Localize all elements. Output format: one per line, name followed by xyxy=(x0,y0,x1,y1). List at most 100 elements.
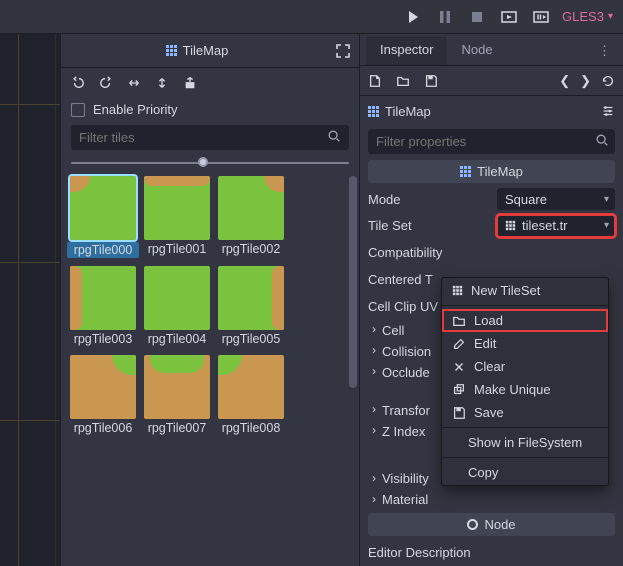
enable-priority-label: Enable Priority xyxy=(93,102,178,117)
tile-label: rpgTile003 xyxy=(67,332,139,346)
tile-item[interactable]: rpgTile007 xyxy=(141,355,213,441)
menu-save[interactable]: Save xyxy=(442,401,608,424)
pause-button[interactable] xyxy=(434,6,456,28)
tile-item[interactable]: rpgTile008 xyxy=(215,355,287,441)
zoom-slider[interactable] xyxy=(61,154,359,172)
tab-node[interactable]: Node xyxy=(447,36,506,65)
tiles-scroll: rpgTile000rpgTile001rpgTile002 rpgTile003… xyxy=(61,172,359,566)
left-area: TileMap Enable Priority xyxy=(0,34,359,566)
menu-show-in-filesystem[interactable]: Show in FileSystem xyxy=(442,431,608,454)
foldout-occluder-label: Occlude xyxy=(382,365,430,380)
foldout-collision-label: Collision xyxy=(382,344,431,359)
class-header-node[interactable]: Node xyxy=(368,513,615,536)
flip-h-button[interactable] xyxy=(127,76,141,90)
tile-thumb xyxy=(218,176,284,240)
priority-row: Enable Priority xyxy=(61,98,359,123)
menu-copy[interactable]: Copy xyxy=(442,461,608,484)
tile-item[interactable]: rpgTile001 xyxy=(141,176,213,264)
tilemap-icon xyxy=(460,166,471,177)
new-resource-button[interactable] xyxy=(368,74,382,88)
enable-priority-checkbox[interactable] xyxy=(71,103,85,117)
history-button[interactable] xyxy=(601,74,615,88)
tab-inspector[interactable]: Inspector xyxy=(366,36,447,65)
menu-edit[interactable]: Edit xyxy=(442,332,608,355)
menu-clear-label: Clear xyxy=(474,359,505,374)
foldout-zindex-label: Z Index xyxy=(382,424,425,439)
dock-menu-icon[interactable]: ⋮ xyxy=(592,37,617,65)
tile-palette-panel: TileMap Enable Priority xyxy=(60,34,359,566)
play-scene-button[interactable] xyxy=(498,6,520,28)
prop-mode-label: Mode xyxy=(368,192,491,207)
tileset-context-menu: New TileSet Load Edit Clear Make Unique … xyxy=(441,277,609,486)
tile-label: rpgTile001 xyxy=(141,242,213,256)
node-icon xyxy=(467,519,478,530)
tile-label: rpgTile002 xyxy=(215,242,287,256)
menu-make-unique[interactable]: Make Unique xyxy=(442,378,608,401)
object-tools-icon[interactable] xyxy=(601,104,615,118)
menu-new-tileset[interactable]: New TileSet xyxy=(442,279,608,302)
undo-button[interactable] xyxy=(71,76,85,90)
save-icon xyxy=(452,406,466,420)
tile-thumb xyxy=(218,355,284,419)
search-icon xyxy=(327,129,341,143)
class-header-label: TileMap xyxy=(477,164,523,179)
tile-toolbar xyxy=(61,68,359,98)
prop-tileset-value[interactable]: tileset.tr ▾ xyxy=(497,215,615,237)
tile-thumb xyxy=(70,176,136,240)
flip-v-button[interactable] xyxy=(155,76,169,90)
history-prev-button[interactable]: ❮ xyxy=(559,73,570,89)
prop-tileset-value-text: tileset.tr xyxy=(522,218,568,233)
dock-tabs: Inspector Node ⋮ xyxy=(360,34,623,66)
edit-icon xyxy=(452,337,466,351)
tile-thumb xyxy=(70,355,136,419)
tile-thumb xyxy=(144,176,210,240)
prop-compatibility: Compatibility xyxy=(360,239,623,266)
tile-label: rpgTile008 xyxy=(215,421,287,435)
tile-filter-input[interactable] xyxy=(71,125,349,150)
tiles-scrollbar[interactable] xyxy=(349,176,357,562)
foldout-material[interactable]: ›Material xyxy=(360,489,623,510)
prop-mode: Mode Square ▾ xyxy=(360,186,623,213)
menu-edit-label: Edit xyxy=(474,336,496,351)
renderer-dropdown[interactable]: GLES3 ▾ xyxy=(562,9,613,24)
clear-icon xyxy=(452,360,466,374)
search-icon xyxy=(595,133,609,147)
redo-button[interactable] xyxy=(99,76,113,90)
history-next-button[interactable]: ❯ xyxy=(580,73,591,89)
menu-clear[interactable]: Clear xyxy=(442,355,608,378)
clear-transform-button[interactable] xyxy=(183,76,197,90)
prop-mode-value[interactable]: Square ▾ xyxy=(497,188,615,210)
menu-show-in-fs-label: Show in FileSystem xyxy=(468,435,582,450)
chevron-down-icon: ▾ xyxy=(604,220,609,231)
prop-mode-value-text: Square xyxy=(505,192,547,207)
tileset-icon xyxy=(506,221,515,230)
prop-compat-label: Compatibility xyxy=(368,245,615,260)
menu-load[interactable]: Load xyxy=(442,309,608,332)
tile-thumb xyxy=(218,266,284,330)
prop-editor-description: Editor Description xyxy=(360,539,623,566)
tile-label: rpgTile005 xyxy=(215,332,287,346)
chevron-down-icon: ▾ xyxy=(604,194,609,205)
tile-item[interactable]: rpgTile002 xyxy=(215,176,287,264)
tile-item[interactable]: rpgTile006 xyxy=(67,355,139,441)
open-resource-button[interactable] xyxy=(396,74,410,88)
play-custom-scene-button[interactable] xyxy=(530,6,552,28)
tile-label: rpgTile007 xyxy=(141,421,213,435)
tile-label: rpgTile006 xyxy=(67,421,139,435)
tilemap-icon xyxy=(368,106,379,117)
stop-button[interactable] xyxy=(466,6,488,28)
object-type-label: TileMap xyxy=(385,104,431,119)
menu-new-tileset-label: New TileSet xyxy=(471,283,540,298)
class-header-tilemap[interactable]: TileMap xyxy=(368,160,615,183)
tile-item[interactable]: rpgTile000 xyxy=(67,176,139,264)
menu-save-label: Save xyxy=(474,405,504,420)
tile-item[interactable]: rpgTile003 xyxy=(67,266,139,352)
save-resource-button[interactable] xyxy=(424,74,438,88)
fullscreen-icon[interactable] xyxy=(335,43,351,59)
renderer-label: GLES3 xyxy=(562,9,604,24)
play-button[interactable] xyxy=(402,6,424,28)
tile-item[interactable]: rpgTile005 xyxy=(215,266,287,352)
inspector-filter-input[interactable] xyxy=(368,129,615,154)
prop-editor-desc-label: Editor Description xyxy=(368,545,615,560)
tile-item[interactable]: rpgTile004 xyxy=(141,266,213,352)
